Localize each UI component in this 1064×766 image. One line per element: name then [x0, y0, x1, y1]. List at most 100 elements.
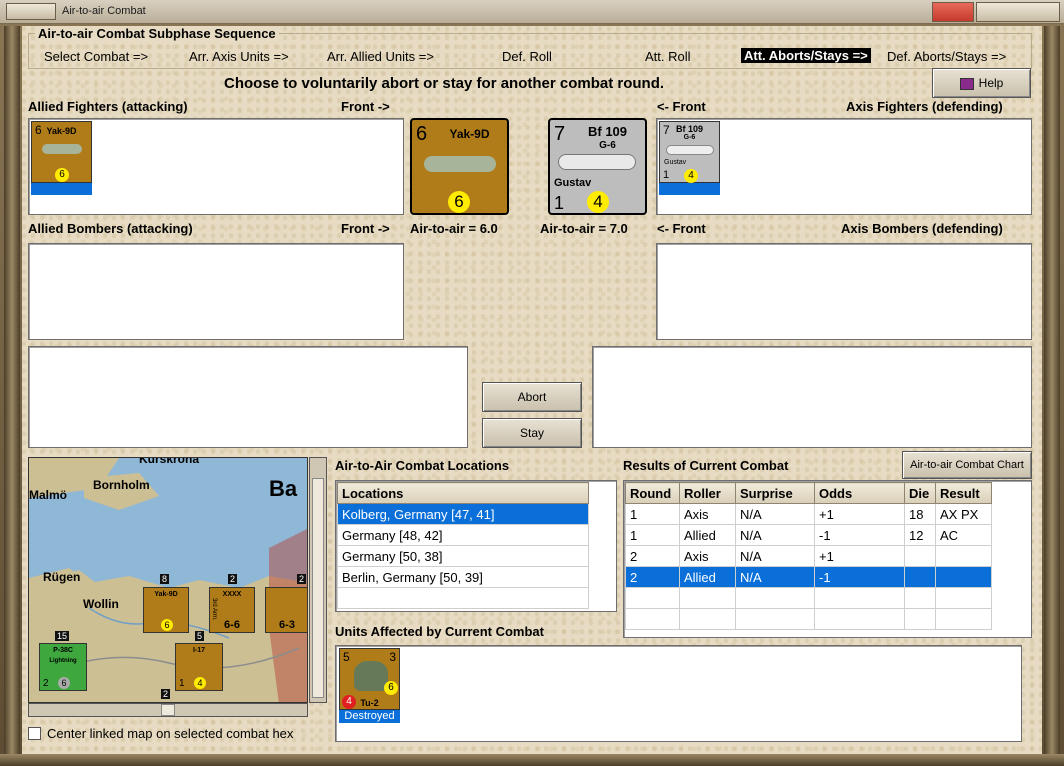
big-counter-top-value: 7: [554, 123, 566, 145]
col-round: Round: [625, 482, 680, 504]
axis-fighter-counter[interactable]: 7 Bf 109 G-6 Gustav 1 4: [659, 121, 720, 183]
linked-map[interactable]: Kurskrona Malmö Bornholm Ba Rügen Wollin…: [28, 457, 308, 703]
result-row-empty: [625, 587, 992, 609]
phase-legend: Air-to-air Combat Subphase Sequence: [35, 26, 279, 41]
cell-roller: Axis: [679, 503, 736, 525]
aircraft-icon: [666, 145, 714, 155]
close-button[interactable]: [932, 2, 974, 22]
phase-def-roll: Def. Roll: [502, 49, 552, 64]
axis-fighters-box[interactable]: 7 Bf 109 G-6 Gustav 1 4: [656, 118, 1032, 215]
phase-att-roll: Att. Roll: [645, 49, 691, 64]
big-counter-rating: 4: [587, 191, 609, 213]
counter-name: Tu-2: [360, 698, 379, 708]
location-row[interactable]: Berlin, Germany [50, 39]: [337, 566, 589, 588]
counter-rating: 6: [384, 681, 398, 695]
window-title: Air-to-air Combat: [62, 5, 146, 17]
cell-round: 2: [625, 566, 680, 588]
system-menu-button[interactable]: [6, 3, 56, 20]
stay-button[interactable]: Stay: [482, 418, 582, 448]
allied-bombers-box[interactable]: [28, 243, 404, 340]
phase-def-aborts-stays: Def. Aborts/Stays =>: [887, 49, 1007, 64]
selection-bar: [31, 183, 92, 195]
map-label-malmo: Malmö: [29, 488, 68, 502]
cell-roller: Axis: [679, 545, 736, 567]
locations-header: Locations: [337, 482, 589, 504]
map-counter-yak[interactable]: Yak-9D 6: [143, 587, 189, 633]
results-table[interactable]: Round Roller Surprise Odds Die Result 1 …: [623, 480, 1032, 638]
counter-rating: 4: [684, 169, 698, 183]
result-row[interactable]: 2 Axis N/A +1: [625, 545, 992, 567]
cell-die: 18: [904, 503, 936, 525]
allied-fighter-counter[interactable]: 6 Yak-9D 6: [31, 121, 92, 183]
locations-list[interactable]: Locations Kolberg, Germany [47, 41] Germ…: [335, 480, 617, 612]
big-counter-variant: G-6: [599, 140, 616, 151]
cell-die: [904, 566, 936, 588]
results-title: Results of Current Combat: [623, 458, 789, 473]
location-row-empty: [337, 587, 589, 609]
cell-roller: Allied: [679, 566, 736, 588]
big-counter-top-value: 6: [416, 123, 428, 145]
cell-surprise: N/A: [735, 524, 815, 546]
counter-name: Yak-9D: [154, 591, 178, 598]
front-arrow-right: Front ->: [341, 99, 390, 114]
counter-bottom-value: 1: [179, 678, 185, 689]
map-vertical-scroll-thumb[interactable]: [312, 478, 324, 698]
map-counter-i17[interactable]: I-17 1 4: [175, 643, 223, 691]
combat-chart-button[interactable]: Air-to-air Combat Chart: [902, 451, 1032, 479]
counter-sub: 3rd Arm.: [211, 598, 217, 621]
help-button[interactable]: Help: [932, 68, 1031, 98]
big-counter-rating: 6: [448, 191, 470, 213]
counter-rating: 6: [55, 168, 69, 182]
counter-bottom-value: 2: [43, 678, 49, 689]
allied-message-box: [28, 346, 468, 448]
col-odds: Odds: [814, 482, 905, 504]
stack-count-badge: 5: [195, 631, 205, 641]
map-label-rugen: Rügen: [43, 570, 81, 584]
center-map-checkbox[interactable]: [28, 727, 41, 740]
result-row[interactable]: 1 Allied N/A -1 12 AC: [625, 524, 992, 546]
axis-air-to-air-value: Air-to-air = 7.0: [540, 221, 628, 236]
map-counter-army[interactable]: XXXX 3rd Arm. 6-6: [209, 587, 255, 633]
affected-unit-status: Destroyed: [339, 710, 400, 723]
window-controls[interactable]: [976, 2, 1060, 22]
result-row-selected[interactable]: 2 Allied N/A -1: [625, 566, 992, 588]
counter-right-value: 3: [389, 650, 396, 664]
map-horizontal-scrollbar[interactable]: [28, 703, 308, 717]
allied-fighters-label: Allied Fighters (attacking): [28, 99, 188, 114]
axis-bombers-box[interactable]: [656, 243, 1032, 340]
cell-result: AC: [935, 524, 992, 546]
result-row-empty: [625, 608, 992, 630]
location-row[interactable]: Germany [48, 42]: [337, 524, 589, 546]
allied-active-counter: 6 Yak-9D 6: [410, 118, 509, 215]
allied-bombers-label: Allied Bombers (attacking): [28, 221, 193, 236]
locations-title: Air-to-Air Combat Locations: [335, 458, 510, 473]
cell-result: [935, 545, 992, 567]
col-roller: Roller: [679, 482, 736, 504]
col-result: Result: [935, 482, 992, 504]
result-row[interactable]: 1 Axis N/A +1 18 AX PX: [625, 503, 992, 525]
axis-message-box: [592, 346, 1032, 448]
location-row[interactable]: Germany [50, 38]: [337, 545, 589, 567]
counter-value: 6-3: [279, 619, 295, 631]
title-bar: Air-to-air Combat: [0, 0, 1064, 24]
cell-odds: +1: [814, 503, 905, 525]
cell-result: [935, 566, 992, 588]
affected-unit-counter[interactable]: 5 3 4 Tu-2 6: [339, 648, 400, 710]
big-counter-name: Bf 109: [587, 124, 628, 139]
help-label: Help: [978, 76, 1004, 90]
location-row[interactable]: Kolberg, Germany [47, 41]: [337, 503, 589, 525]
units-affected-box[interactable]: 5 3 4 Tu-2 6 Destroyed: [335, 645, 1022, 742]
cell-die: 12: [904, 524, 936, 546]
map-horizontal-scroll-thumb[interactable]: [161, 704, 175, 716]
cell-surprise: N/A: [735, 503, 815, 525]
aircraft-icon: [558, 154, 636, 170]
abort-button[interactable]: Abort: [482, 382, 582, 412]
map-counter-edge[interactable]: 6-3: [265, 587, 307, 633]
map-counter-p38[interactable]: P-38C Lightning 2 6: [39, 643, 87, 691]
map-vertical-scrollbar[interactable]: [309, 457, 327, 703]
col-die: Die: [904, 482, 936, 504]
counter-name: P-38C: [53, 647, 73, 654]
col-surprise: Surprise: [735, 482, 815, 504]
counter-name: XXXX: [222, 591, 242, 598]
allied-fighters-box[interactable]: 6 Yak-9D 6: [28, 118, 404, 215]
